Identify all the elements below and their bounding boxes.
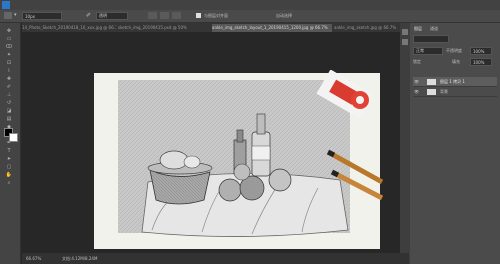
lasso-tool-icon[interactable]: ↀ (4, 44, 14, 50)
menu-bar (0, 0, 500, 10)
hand-tool-icon[interactable]: ✋ (4, 172, 14, 178)
opacity-label: 不透明度 (446, 48, 462, 53)
align-checkbox-label: 与图层对齐面 (204, 13, 228, 18)
align-icon[interactable] (172, 12, 181, 19)
align-icon[interactable] (160, 12, 169, 19)
shape-tool-icon[interactable]: ▢ (4, 164, 14, 170)
status-bar: 66.67% 文档:4.12M/8.24M (22, 253, 409, 264)
move-tool-icon[interactable]: ✥ (4, 28, 14, 34)
layer-row[interactable]: 👁 图层 1 拷贝 1 (413, 77, 497, 87)
filter-field[interactable] (413, 35, 449, 43)
brush-icon[interactable]: ✐ (86, 12, 91, 19)
layer-thumbnail (427, 79, 436, 85)
zoom-readout[interactable]: 66.67% (26, 256, 41, 261)
tool-preset-icon[interactable] (4, 12, 12, 19)
eye-icon[interactable]: 👁 (414, 77, 419, 86)
tab-layers[interactable]: 图层 (414, 26, 422, 32)
type-tool-icon[interactable]: T (4, 148, 14, 154)
tab-doc-4[interactable]: ankle_img_sketch.jpg @ 66.7% (334, 24, 408, 32)
brush-tool-icon[interactable]: ✐ (4, 84, 14, 90)
gradient-tool-icon[interactable]: ▤ (4, 116, 14, 122)
properties-panel-icon[interactable] (402, 39, 408, 45)
opacity-field[interactable] (470, 47, 492, 55)
background-color-swatch[interactable] (9, 133, 18, 142)
tool-bar: ✥ ▭ ↀ ✦ ⊡ ⌇ ✚ ✐ ⊥ ↺ ◪ ▤ ◆ ● ✒ T ➤ ▢ ✋ ⌕ (0, 23, 21, 264)
fill-field[interactable] (470, 58, 492, 66)
align-icon[interactable] (148, 12, 157, 19)
path-select-icon[interactable]: ➤ (4, 156, 14, 162)
fill-label: 填充 (452, 59, 460, 64)
lock-label: 锁定 (413, 59, 421, 64)
align-checkbox[interactable] (196, 13, 201, 18)
tab-doc-2[interactable]: sketch_img_20190415.psd @ 50% (118, 24, 210, 32)
eyedropper-icon[interactable]: ⌇ (4, 68, 14, 74)
document-canvas-image[interactable] (92, 70, 384, 250)
crop-tool-icon[interactable]: ⊡ (4, 60, 14, 66)
tab-channels[interactable]: 通道 (430, 26, 438, 32)
healing-brush-icon[interactable]: ✚ (4, 76, 14, 82)
zoom-tool-icon[interactable]: ⌕ (4, 180, 14, 186)
layer-thumbnail (427, 89, 436, 95)
chevron-down-icon: ▾ (14, 12, 17, 18)
eraser-tool-icon[interactable]: ◪ (4, 108, 14, 114)
history-brush-icon[interactable]: ↺ (4, 100, 14, 106)
magic-wand-icon[interactable]: ✦ (4, 52, 14, 58)
preset-field[interactable] (22, 12, 62, 20)
clone-stamp-icon[interactable]: ⊥ (4, 92, 14, 98)
history-panel-icon[interactable] (402, 29, 408, 35)
mode-field[interactable] (96, 12, 128, 20)
document-tab-bar: 14_Photo_Sketch_20190418_10_xxx.jpg @ 66… (22, 23, 409, 32)
layer-name: 图层 1 拷贝 1 (440, 79, 465, 84)
ps-logo-icon[interactable] (2, 1, 10, 9)
auto-select-label: 自动选择 (276, 13, 292, 18)
layer-name: 背景 (440, 89, 448, 94)
marquee-tool-icon[interactable]: ▭ (4, 36, 14, 42)
tab-doc-1[interactable]: 14_Photo_Sketch_20190418_10_xxx.jpg @ 66… (22, 24, 116, 32)
tab-doc-3[interactable]: ankle_img_sketch_layout_1_20190415_1200.… (212, 24, 332, 32)
eye-icon[interactable]: 👁 (414, 87, 419, 96)
options-bar: ▾ ✐ 与图层对齐面 自动选择 (0, 10, 500, 23)
layer-row[interactable]: 👁 背景 (413, 87, 497, 97)
panel-icon-strip (400, 23, 410, 264)
blend-mode-select[interactable] (413, 47, 443, 55)
document-info: 文档:4.12M/8.24M (62, 256, 98, 261)
